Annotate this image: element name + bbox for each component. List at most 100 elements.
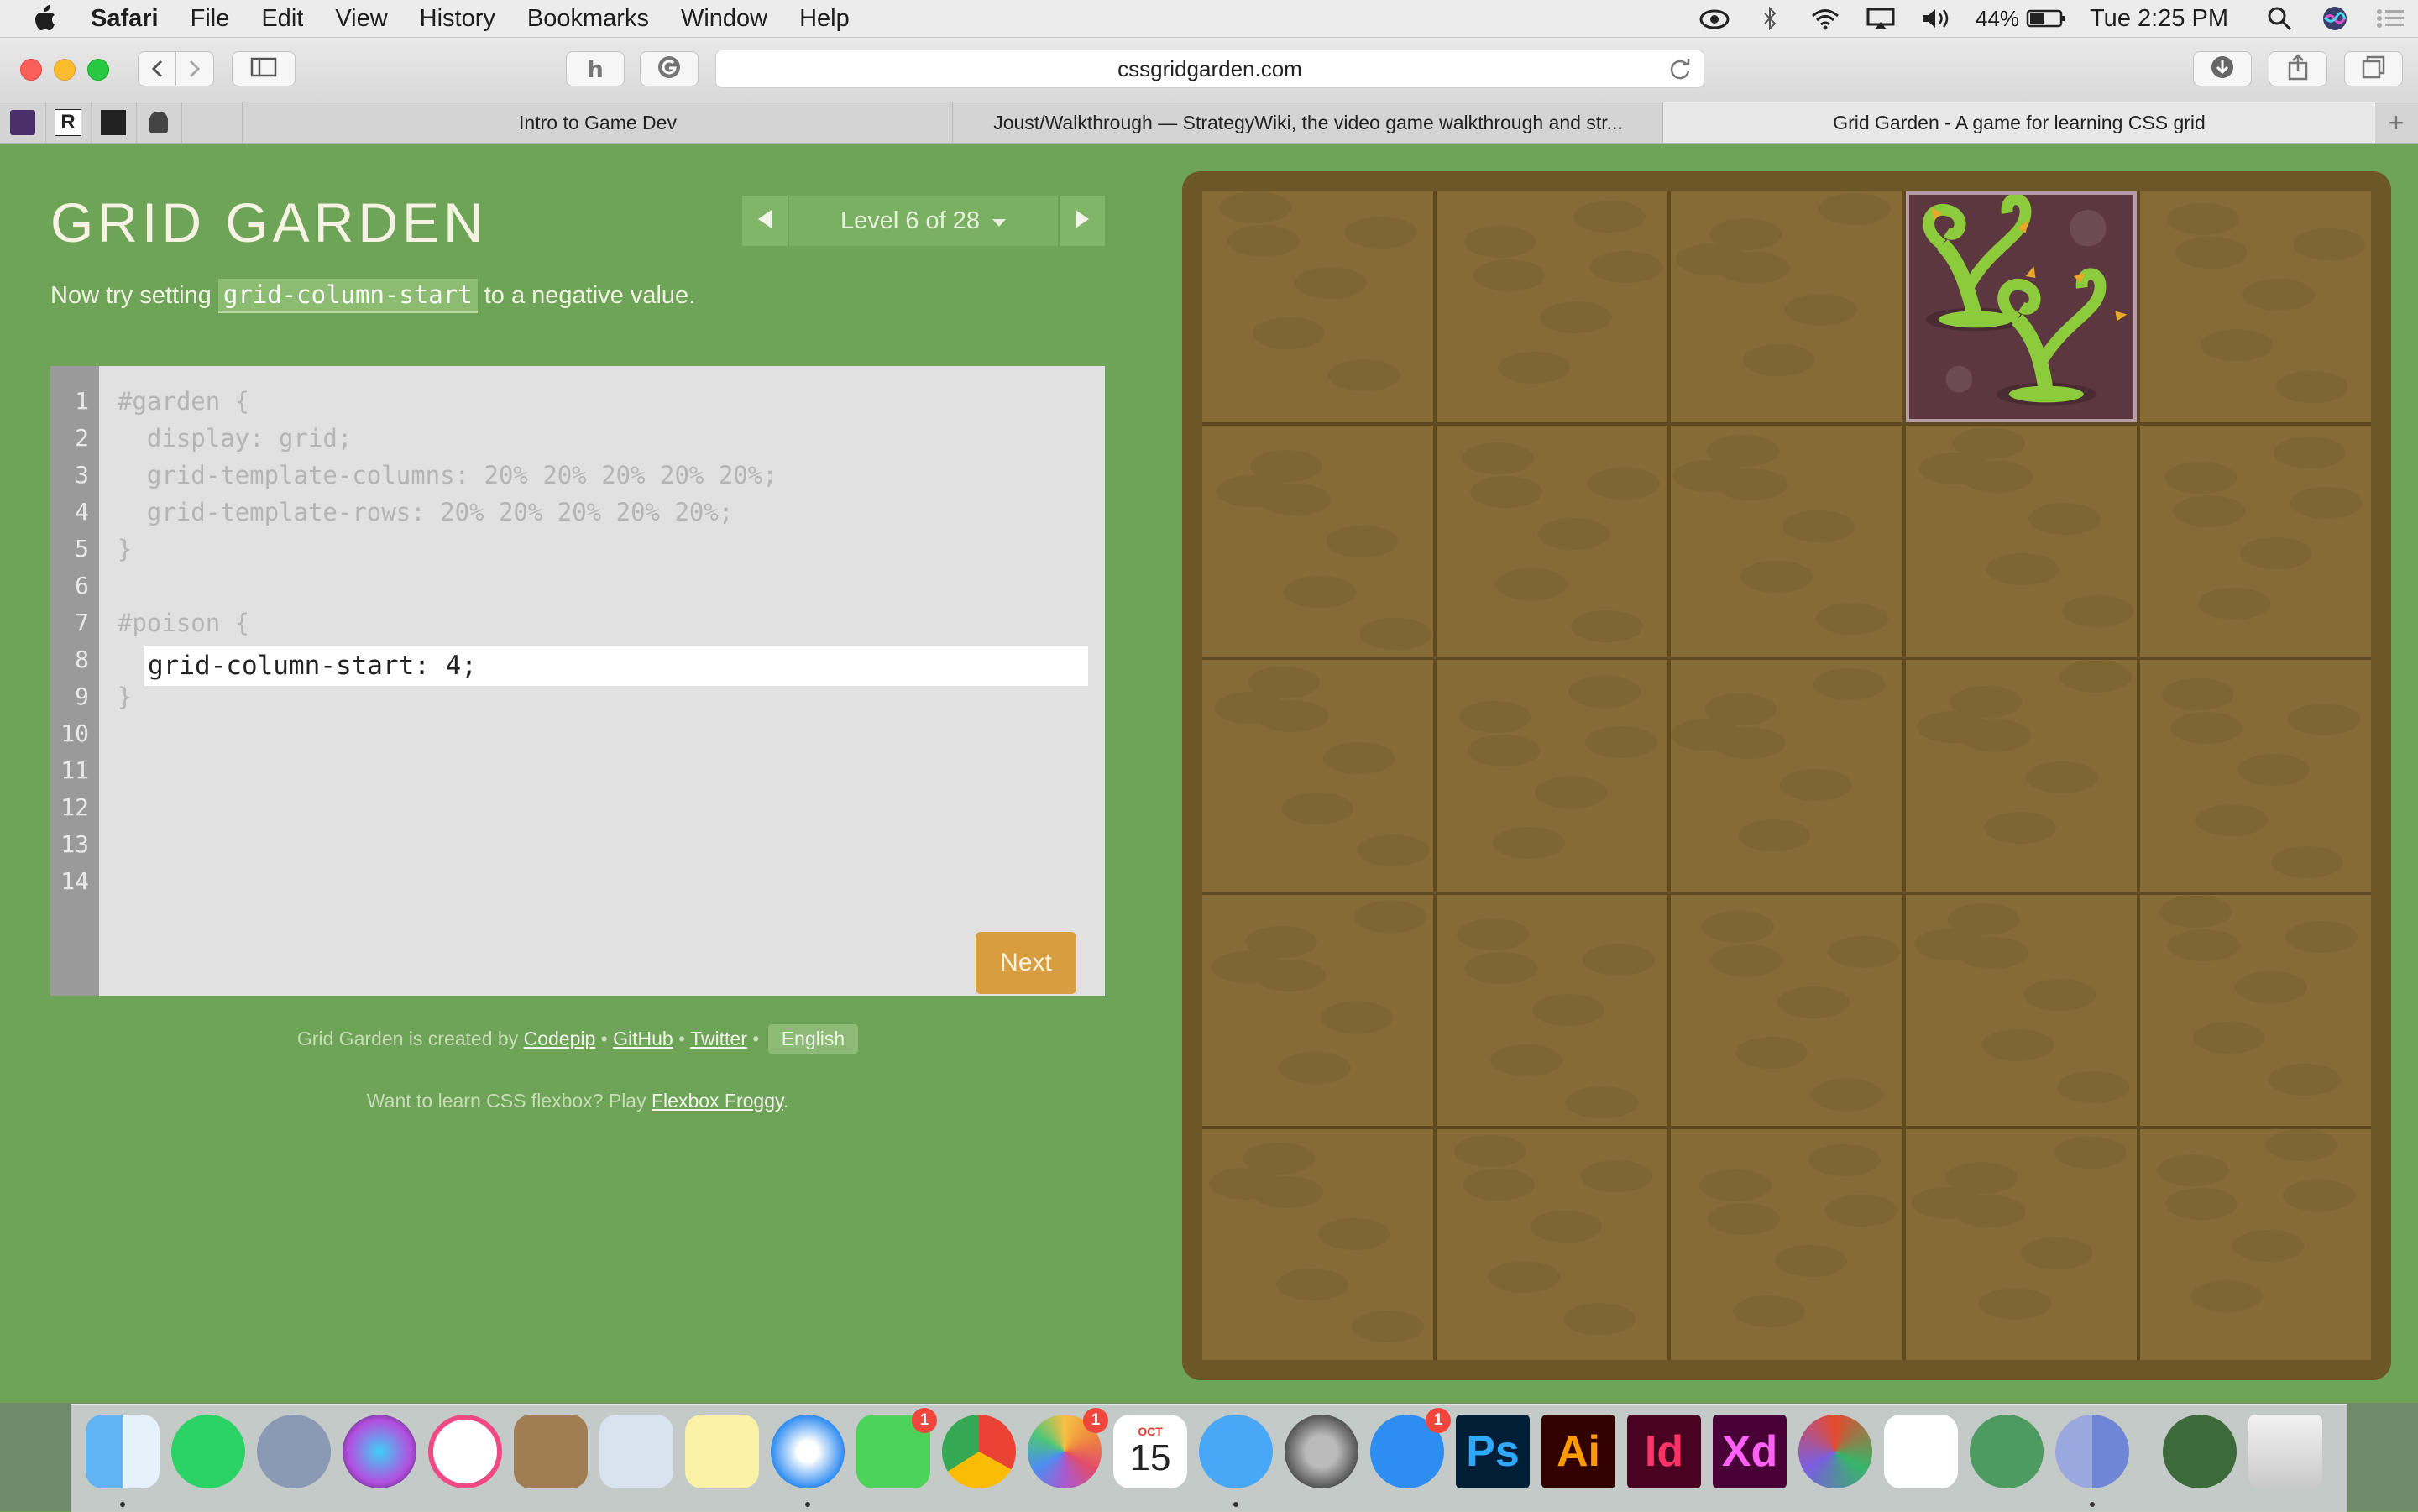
siri-icon[interactable]: [343, 1415, 416, 1488]
airplay-icon[interactable]: [1865, 6, 1897, 31]
menu-app-name[interactable]: Safari: [91, 0, 159, 37]
soil-stone: [2172, 495, 2245, 528]
creative-cloud-icon[interactable]: [1698, 6, 1730, 31]
soil-stone: [2290, 487, 2363, 520]
css-answer-input[interactable]: grid-column-start: 4;: [144, 646, 1088, 686]
window-minimize-button[interactable]: [54, 59, 76, 81]
safari-icon[interactable]: [771, 1415, 845, 1488]
poison-plot: [1905, 191, 2137, 423]
face-logo-icon: [149, 112, 168, 133]
soil-stone: [1359, 618, 1431, 651]
trash-icon[interactable]: [2248, 1415, 2322, 1488]
garden-plot: [1202, 660, 1434, 892]
launchpad-icon[interactable]: [257, 1415, 331, 1488]
url-text: cssgridgarden.com: [1117, 55, 1302, 81]
menu-help[interactable]: Help: [799, 0, 850, 37]
level-dropdown[interactable]: Level 6 of 28: [788, 196, 1060, 246]
menu-window[interactable]: Window: [681, 0, 767, 37]
tab-intro-to-game-dev[interactable]: Intro to Game Dev: [242, 102, 953, 143]
xd-icon[interactable]: Xd: [1713, 1415, 1787, 1488]
tab-joust-walkthrough[interactable]: Joust/Walkthrough — StrategyWiki, the vi…: [952, 102, 1663, 143]
twitter-link[interactable]: Twitter: [690, 1028, 747, 1049]
chrome-canary-icon[interactable]: [2055, 1415, 2129, 1488]
soil-stone: [1284, 576, 1356, 609]
flexbox-froggy-link[interactable]: Flexbox Froggy: [652, 1090, 783, 1112]
contacts-icon[interactable]: [514, 1415, 588, 1488]
soil-stone: [1782, 510, 1855, 543]
wifi-icon[interactable]: [1809, 6, 1841, 31]
bluetooth-icon[interactable]: [1754, 6, 1786, 31]
next-button[interactable]: Next: [976, 932, 1076, 994]
window-close-button[interactable]: [20, 59, 42, 81]
instruction-text: Now try setting: [50, 282, 212, 309]
soil-stone: [1699, 1169, 1772, 1201]
indesign-icon[interactable]: Id: [1627, 1415, 1701, 1488]
soil-stone: [1811, 1078, 1884, 1111]
calendar-icon[interactable]: OCT 15: [1113, 1415, 1187, 1488]
menu-history[interactable]: History: [420, 0, 495, 37]
tab-grid-garden[interactable]: Grid Garden - A game for learning CSS gr…: [1662, 102, 2375, 143]
downloads-button[interactable]: [2193, 51, 2252, 86]
forward-button[interactable]: [175, 51, 214, 86]
soil-stone: [1217, 475, 1289, 508]
codepip-link[interactable]: Codepip: [524, 1028, 596, 1049]
downloads-stack-icon[interactable]: [2163, 1415, 2237, 1488]
soil-stone: [2287, 704, 2360, 736]
line-number: 11: [60, 756, 89, 784]
menu-edit[interactable]: Edit: [261, 0, 303, 37]
github-link[interactable]: GitHub: [613, 1028, 673, 1049]
photoshop-icon[interactable]: Ps: [1456, 1415, 1530, 1488]
hypothesis-extension-button[interactable]: h: [566, 51, 625, 86]
share-button[interactable]: [2269, 51, 2327, 86]
itunes-icon[interactable]: [428, 1415, 502, 1488]
system-preferences-icon[interactable]: [1285, 1415, 1358, 1488]
previous-level-button[interactable]: [742, 196, 788, 246]
notification-center-icon[interactable]: [2374, 6, 2406, 31]
pinned-tab-1[interactable]: [0, 102, 46, 143]
sidebar-toggle-button[interactable]: [232, 51, 296, 86]
whatsapp-icon[interactable]: [171, 1415, 245, 1488]
grammarly-extension-button[interactable]: [640, 51, 699, 86]
new-tab-button[interactable]: +: [2374, 102, 2418, 143]
caret-down-icon: [992, 207, 1007, 235]
garden-plot: [1202, 191, 1434, 423]
garden-plot: [1671, 191, 1902, 423]
photos-icon[interactable]: 1: [1028, 1408, 1108, 1488]
illustrator-icon[interactable]: Ai: [1541, 1415, 1615, 1488]
finder-icon[interactable]: [86, 1415, 160, 1488]
soil-stone: [1571, 610, 1644, 643]
grammarly-icon: [657, 55, 681, 82]
messages-icon[interactable]: [1199, 1415, 1273, 1488]
gamemaker-icon[interactable]: [1884, 1415, 1958, 1488]
battery-icon[interactable]: [2026, 6, 2066, 31]
menu-clock[interactable]: Tue 2:25 PM: [2090, 5, 2228, 33]
language-selector[interactable]: English: [767, 1024, 859, 1054]
show-all-tabs-button[interactable]: [2344, 51, 2403, 86]
window-zoom-button[interactable]: [87, 59, 109, 81]
preview-icon[interactable]: [599, 1415, 673, 1488]
pinned-tab-3[interactable]: [91, 102, 137, 143]
tabs-overview-icon: [2362, 55, 2385, 82]
soil-stone: [1540, 301, 1613, 333]
pinned-tab-2[interactable]: R: [45, 102, 92, 143]
back-button[interactable]: [138, 51, 176, 86]
menu-view[interactable]: View: [335, 0, 387, 37]
notes-icon[interactable]: [685, 1415, 759, 1488]
atom-icon[interactable]: [1970, 1415, 2044, 1488]
app-store-icon[interactable]: 1: [1370, 1408, 1451, 1488]
menu-file[interactable]: File: [191, 0, 230, 37]
browser-toolbar: h cssgridgarden.com: [0, 38, 2418, 102]
pinned-tab-4[interactable]: [136, 102, 182, 143]
apple-icon[interactable]: [32, 3, 60, 34]
volume-icon[interactable]: [1920, 6, 1952, 31]
chrome-icon[interactable]: [942, 1415, 1016, 1488]
soil-stone: [2169, 712, 2243, 745]
rider-icon[interactable]: [1798, 1415, 1872, 1488]
facetime-icon[interactable]: 1: [856, 1408, 937, 1488]
address-bar[interactable]: cssgridgarden.com: [715, 50, 1704, 88]
next-level-button[interactable]: [1060, 196, 1105, 246]
spotlight-search-icon[interactable]: [2264, 6, 2295, 31]
reload-icon[interactable]: [1668, 57, 1692, 86]
siri-menu-icon[interactable]: [2319, 6, 2351, 31]
menu-bookmarks[interactable]: Bookmarks: [527, 0, 649, 37]
